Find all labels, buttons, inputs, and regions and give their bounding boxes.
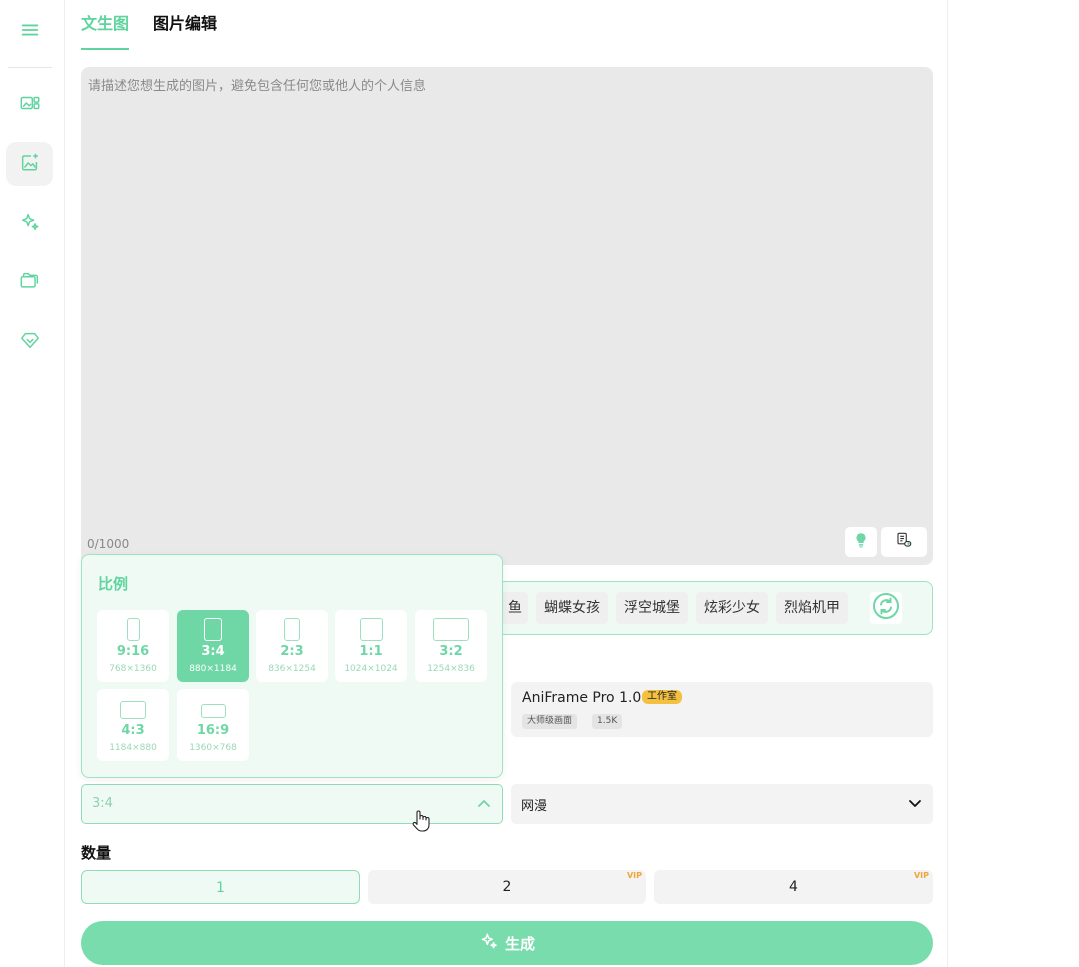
quantity-option-1[interactable]: 1 xyxy=(81,870,360,904)
diamond-icon xyxy=(19,329,41,355)
tab-bar: 文生图 图片编辑 xyxy=(81,0,217,52)
ratio-option-3-4[interactable]: 3:4 880×1184 xyxy=(177,610,249,682)
ratio-option-label: 2:3 xyxy=(280,644,304,659)
generate-label: 生成 xyxy=(504,934,535,953)
ratio-shape-icon xyxy=(284,618,300,641)
hamburger-icon[interactable] xyxy=(18,18,42,42)
inspiration-button[interactable] xyxy=(845,527,877,557)
ratio-shape-icon xyxy=(433,618,469,641)
sidebar-item-gallery[interactable] xyxy=(6,83,53,127)
tab-image-edit[interactable]: 图片编辑 xyxy=(153,0,217,52)
vip-badge: VIP xyxy=(626,871,642,880)
app-root: 文生图 图片编辑 0/1000 鱼 蝴蝶女孩 浮空城堡 炫彩少女 xyxy=(0,0,1079,967)
quantity-option-label: 4 xyxy=(789,879,798,895)
ratio-option-size: 836×1254 xyxy=(268,664,316,674)
suggestion-tags: 鱼 蝴蝶女孩 浮空城堡 炫彩少女 烈焰机甲 xyxy=(502,592,848,624)
ratio-option-4-3[interactable]: 4:3 1184×880 xyxy=(97,689,169,761)
ratio-option-size: 1360×768 xyxy=(189,743,237,753)
ratio-option-size: 1254×836 xyxy=(427,664,475,674)
sidebar-item-sparkle[interactable] xyxy=(6,202,53,246)
ratio-option-2-3[interactable]: 2:3 836×1254 xyxy=(256,610,328,682)
ratio-option-size: 880×1184 xyxy=(189,664,237,674)
ratio-option-size: 768×1360 xyxy=(109,664,157,674)
quantity-option-label: 2 xyxy=(502,879,512,895)
suggestion-tag[interactable]: 浮空城堡 xyxy=(616,592,688,624)
ratio-option-label: 16:9 xyxy=(196,723,230,738)
ratio-option-label: 1:1 xyxy=(359,644,383,659)
suggestion-tag[interactable]: 烈焰机甲 xyxy=(776,592,848,624)
lightbulb-icon xyxy=(852,531,870,553)
model-badge: 工作室 xyxy=(642,690,682,704)
vip-badge: VIP xyxy=(913,871,929,880)
style-select[interactable]: 网漫 xyxy=(511,784,933,824)
ratio-shape-icon xyxy=(204,618,222,641)
sparkles-icon xyxy=(479,931,499,955)
main-panel: 文生图 图片编辑 0/1000 鱼 蝴蝶女孩 浮空城堡 炫彩少女 xyxy=(65,0,948,967)
sparkles-icon xyxy=(19,211,41,237)
quantity-option-2[interactable]: 2 VIP xyxy=(368,870,646,904)
sidebar-item-create[interactable] xyxy=(6,142,53,186)
ratio-option-label: 3:4 xyxy=(201,644,225,659)
ratio-shape-icon xyxy=(120,701,146,719)
quantity-label: 数量 xyxy=(81,844,112,862)
prompt-tool-button[interactable] xyxy=(881,527,927,557)
sidebar-divider xyxy=(8,67,52,68)
sidebar xyxy=(0,0,65,967)
model-selector[interactable]: AniFrame Pro 1.0 工作室 大师级画面 1.5K xyxy=(511,682,933,737)
char-count: 0/1000 xyxy=(87,537,130,551)
ratio-shape-icon xyxy=(127,618,140,641)
ratio-option-size: 1184×880 xyxy=(109,743,157,753)
model-tag-quality: 大师级画面 xyxy=(522,714,578,729)
ratio-option-16-9[interactable]: 16:9 1360×768 xyxy=(177,689,249,761)
ratio-option-size: 1024×1024 xyxy=(344,664,398,674)
ratio-option-label: 3:2 xyxy=(439,644,463,659)
ratio-shape-icon xyxy=(201,704,226,718)
tab-text-to-image[interactable]: 文生图 xyxy=(81,0,130,52)
ratio-option-9-16[interactable]: 9:16 768×1360 xyxy=(97,610,169,682)
folder-icon xyxy=(19,269,41,295)
style-select-value: 网漫 xyxy=(521,799,548,814)
ratio-popover: 比例 9:16 768×1360 3:4 880×1184 2:3 836×12… xyxy=(81,554,503,778)
hand-cursor-icon xyxy=(410,808,432,834)
prompt-input[interactable] xyxy=(81,67,933,527)
chevron-up-icon xyxy=(476,796,492,812)
ratio-option-label: 9:16 xyxy=(116,644,150,659)
suggestion-tag[interactable]: 炫彩少女 xyxy=(696,592,768,624)
ratio-select[interactable]: 3:4 xyxy=(81,784,503,824)
sidebar-item-folder[interactable] xyxy=(6,260,53,304)
quantity-option-label: 1 xyxy=(216,880,225,896)
ratio-shape-icon xyxy=(360,618,383,641)
image-sparkle-icon xyxy=(19,151,41,177)
sidebar-item-vip[interactable] xyxy=(6,320,53,364)
ratio-option-3-2[interactable]: 3:2 1254×836 xyxy=(415,610,487,682)
suggestion-tag[interactable]: 鱼 xyxy=(502,592,528,624)
ratio-option-label: 4:3 xyxy=(121,723,145,738)
generate-button[interactable]: 生成 xyxy=(81,921,933,965)
ratio-select-value: 3:4 xyxy=(92,796,113,811)
refresh-icon xyxy=(872,592,900,624)
suggestion-tag[interactable]: 蝴蝶女孩 xyxy=(536,592,608,624)
prompt-tool-icon xyxy=(895,531,913,553)
refresh-suggestions-button[interactable] xyxy=(870,592,902,624)
chevron-down-icon xyxy=(907,795,923,811)
model-tag-count: 1.5K xyxy=(592,714,623,729)
image-gallery-icon xyxy=(19,92,41,118)
prompt-box: 0/1000 xyxy=(81,67,933,565)
quantity-option-4[interactable]: 4 VIP xyxy=(654,870,933,904)
ratio-option-1-1[interactable]: 1:1 1024×1024 xyxy=(335,610,407,682)
ratio-popover-title: 比例 xyxy=(98,575,129,593)
model-name: AniFrame Pro 1.0 xyxy=(522,690,642,706)
